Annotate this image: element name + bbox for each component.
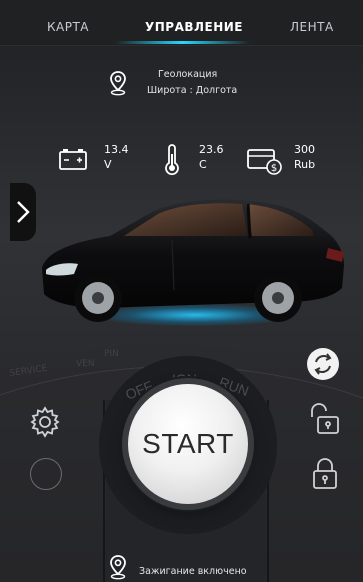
thermometer-icon: [165, 144, 179, 176]
active-tab-indicator: [115, 41, 250, 44]
tab-feed[interactable]: ЛЕНТА: [290, 20, 334, 34]
temperature-value: 23.6: [199, 143, 224, 156]
balance-unit: Rub: [294, 158, 316, 171]
geolocation-title: Геолокация: [158, 69, 218, 80]
balance-value: 300: [294, 143, 315, 156]
ignition-status: Зажигание включено: [0, 550, 363, 582]
geolocation-coordinates: Широта : Долгота: [147, 85, 238, 96]
battery-value: 13.4: [104, 143, 129, 156]
location-pin-icon: [110, 555, 126, 580]
unlock-icon[interactable]: [308, 401, 342, 439]
status-indicator-circle[interactable]: [30, 458, 62, 490]
ven-label: VEN: [76, 359, 95, 369]
wallet-icon: $: [247, 149, 282, 175]
ignition-status-text: Зажигание включено: [139, 566, 247, 577]
geolocation-info[interactable]: Геолокация Широта : Долгота: [0, 64, 363, 104]
battery-voltage: 13.4 V: [58, 143, 138, 179]
app-screen: КАРТА УПРАВЛЕНИЕ ЛЕНТА Геолокация Широта…: [0, 0, 363, 582]
battery-unit: V: [104, 158, 112, 171]
gear-icon[interactable]: [28, 405, 62, 439]
car-image: [42, 199, 344, 322]
battery-icon: [59, 149, 87, 170]
start-button-label: START: [142, 428, 234, 459]
refresh-icon[interactable]: [306, 347, 340, 381]
tab-map[interactable]: КАРТА: [47, 20, 89, 34]
tab-bar: КАРТА УПРАВЛЕНИЕ ЛЕНТА: [0, 0, 363, 46]
start-button[interactable]: START: [128, 384, 248, 504]
location-pin-icon: [110, 71, 126, 96]
temperature-unit: C: [199, 158, 207, 171]
chevron-right-icon: [17, 201, 30, 223]
tab-control[interactable]: УПРАВЛЕНИЕ: [145, 20, 243, 34]
svg-text:$: $: [271, 163, 277, 174]
temperature: 23.6 C: [162, 143, 242, 179]
lock-icon[interactable]: [310, 456, 340, 492]
pin-label: PIN: [104, 349, 119, 359]
balance: $ 300 Rub: [246, 143, 336, 179]
